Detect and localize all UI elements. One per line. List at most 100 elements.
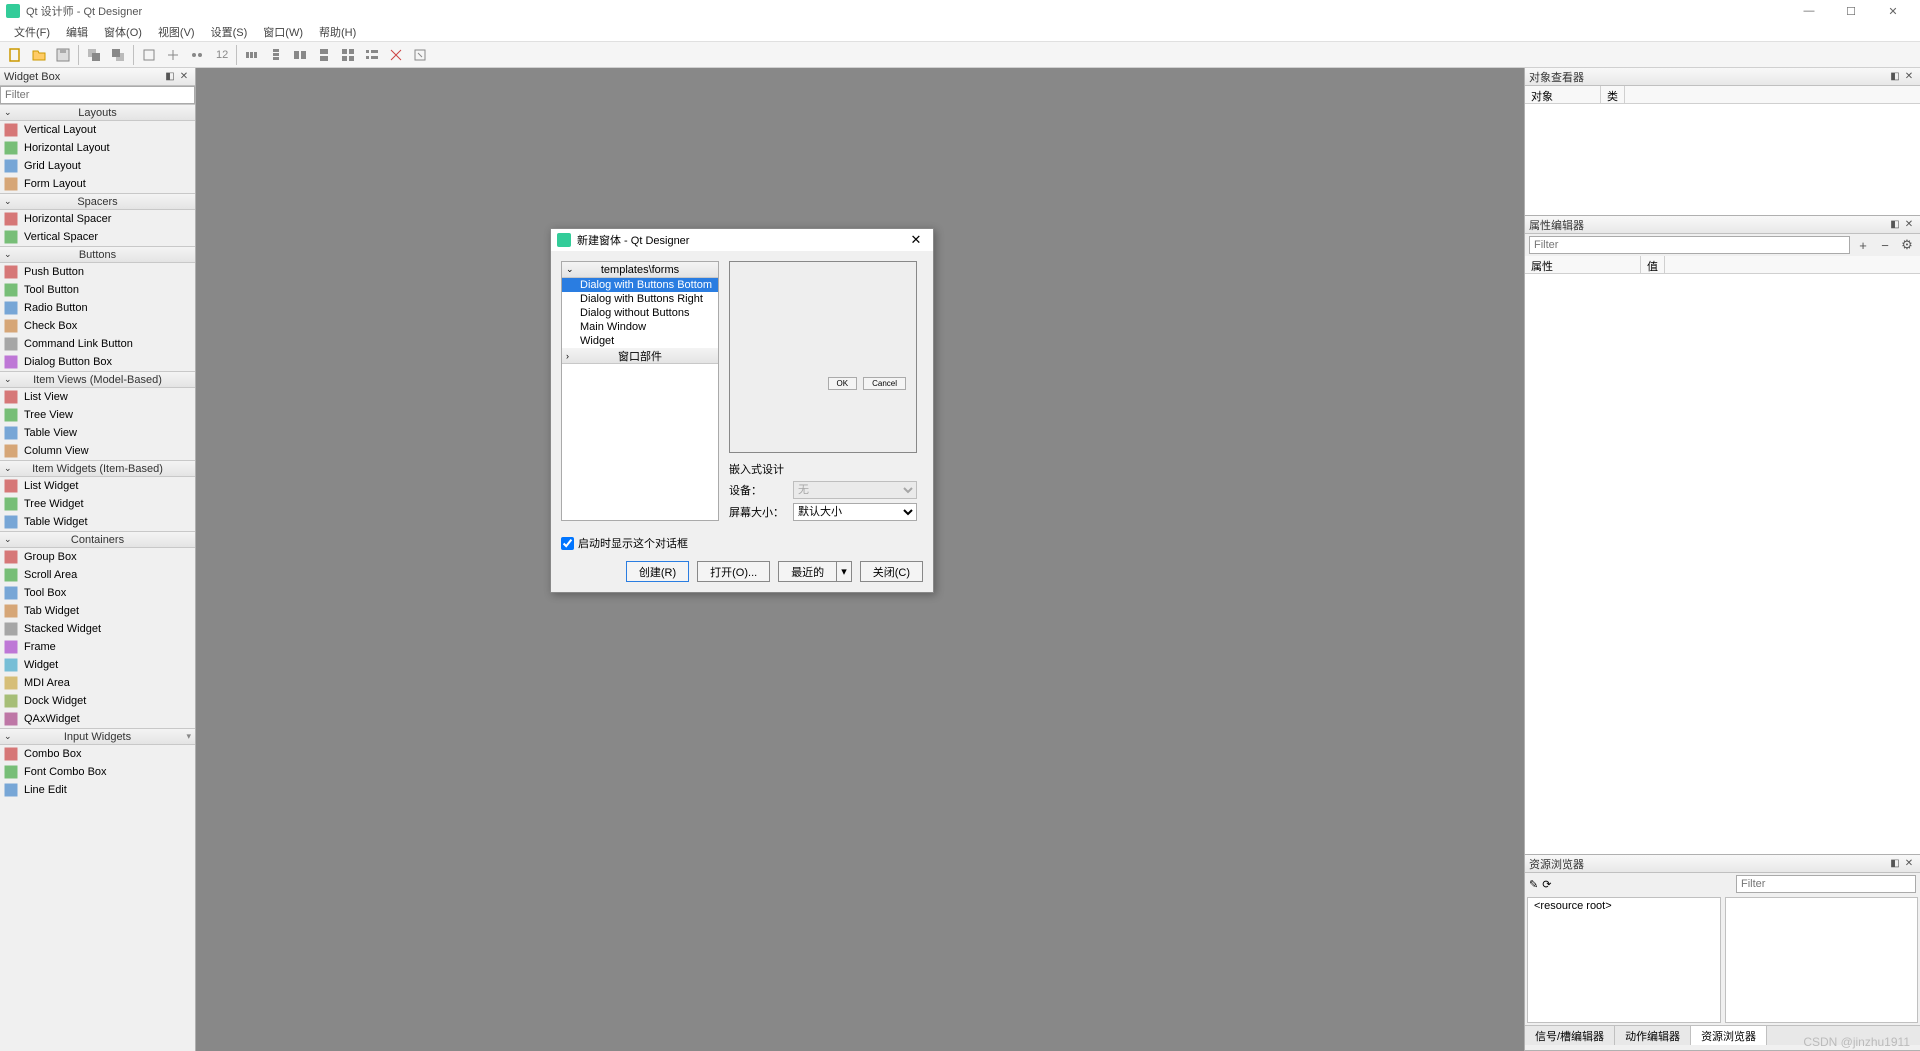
widget-box-filter[interactable] [0, 86, 195, 104]
widget-item[interactable]: MDI Area [0, 674, 195, 692]
widget-item[interactable]: Widget [0, 656, 195, 674]
layout-hsplit-icon[interactable] [289, 44, 311, 66]
widget-item[interactable]: Tree View [0, 406, 195, 424]
widget-item[interactable]: List View [0, 388, 195, 406]
open-file-icon[interactable] [28, 44, 50, 66]
widget-item[interactable]: List Widget [0, 477, 195, 495]
open-button[interactable]: 打开(O)... [697, 561, 770, 582]
layout-vsplit-icon[interactable] [313, 44, 335, 66]
widget-item[interactable]: Grid Layout [0, 157, 195, 175]
resource-filter[interactable] [1736, 875, 1916, 893]
widget-item[interactable]: Form Layout [0, 175, 195, 193]
widget-item[interactable]: Check Box [0, 317, 195, 335]
save-file-icon[interactable] [52, 44, 74, 66]
widget-item[interactable]: Command Link Button [0, 335, 195, 353]
class-col[interactable]: 类 [1601, 86, 1625, 103]
template-item[interactable]: Dialog with Buttons Right [562, 292, 718, 306]
widget-item[interactable]: Dialog Button Box [0, 353, 195, 371]
widget-item[interactable]: Vertical Spacer [0, 228, 195, 246]
settings-icon[interactable]: ⚙ [1898, 236, 1916, 254]
recent-button[interactable]: 最近的 [778, 561, 837, 582]
widget-item[interactable]: Scroll Area [0, 566, 195, 584]
widget-category[interactable]: ⌄Spacers [0, 193, 195, 210]
widget-category[interactable]: ⌄Input Widgets▾ [0, 728, 195, 745]
property-filter[interactable] [1529, 236, 1850, 254]
template-item[interactable]: Main Window [562, 320, 718, 334]
send-back-icon[interactable] [83, 44, 105, 66]
widget-item[interactable]: Horizontal Spacer [0, 210, 195, 228]
widget-item[interactable]: Line Edit [0, 781, 195, 799]
widget-item[interactable]: Tool Button [0, 281, 195, 299]
template-item[interactable]: Dialog with Buttons Bottom [562, 278, 718, 292]
widget-item[interactable]: Horizontal Layout [0, 139, 195, 157]
edit-widgets-icon[interactable] [138, 44, 160, 66]
tab-action-editor[interactable]: 动作编辑器 [1615, 1026, 1691, 1045]
dock-float-icon[interactable]: ◧ [1888, 70, 1902, 84]
new-file-icon[interactable] [4, 44, 26, 66]
template-item[interactable]: Widget [562, 334, 718, 348]
widget-item[interactable]: Stacked Widget [0, 620, 195, 638]
layout-form-icon[interactable] [361, 44, 383, 66]
dock-close-icon[interactable]: ✕ [1902, 218, 1916, 232]
close-dialog-button[interactable]: 关闭(C) [860, 561, 923, 582]
layout-v-icon[interactable] [265, 44, 287, 66]
tree-header[interactable]: templates\forms [601, 264, 679, 276]
adjust-size-icon[interactable] [409, 44, 431, 66]
show-on-startup-checkbox[interactable] [561, 537, 574, 550]
edit-tab-order-icon[interactable]: 12 [210, 44, 232, 66]
reload-icon[interactable]: ⟳ [1542, 878, 1551, 891]
tab-resource-browser[interactable]: 资源浏览器 [1691, 1026, 1767, 1045]
widget-box-list[interactable]: ⌄LayoutsVertical LayoutHorizontal Layout… [0, 104, 195, 1051]
widget-category[interactable]: ⌄Item Views (Model-Based) [0, 371, 195, 388]
bring-front-icon[interactable] [107, 44, 129, 66]
tree-footer[interactable]: 窗口部件 [618, 348, 662, 364]
menu-file[interactable]: 文件(F) [6, 22, 58, 42]
dock-float-icon[interactable]: ◧ [1888, 218, 1902, 232]
object-col[interactable]: 对象 [1525, 86, 1601, 103]
widget-category[interactable]: ⌄Item Widgets (Item-Based) [0, 460, 195, 477]
dock-close-icon[interactable]: ✕ [177, 70, 191, 84]
maximize-button[interactable]: ☐ [1830, 0, 1872, 22]
edit-signals-icon[interactable] [162, 44, 184, 66]
widget-item[interactable]: Radio Button [0, 299, 195, 317]
template-tree[interactable]: ⌄templates\forms Dialog with Buttons Bot… [561, 261, 719, 521]
dock-float-icon[interactable]: ◧ [1888, 857, 1902, 871]
edit-buddies-icon[interactable] [186, 44, 208, 66]
dialog-close-icon[interactable]: ✕ [905, 230, 927, 250]
layout-grid-icon[interactable] [337, 44, 359, 66]
menu-form[interactable]: 窗体(O) [96, 22, 150, 42]
widget-item[interactable]: Vertical Layout [0, 121, 195, 139]
dock-close-icon[interactable]: ✕ [1902, 857, 1916, 871]
widget-item[interactable]: Table View [0, 424, 195, 442]
widget-item[interactable]: Combo Box [0, 745, 195, 763]
widget-category[interactable]: ⌄Layouts [0, 104, 195, 121]
layout-h-icon[interactable] [241, 44, 263, 66]
menu-help[interactable]: 帮助(H) [311, 22, 364, 42]
remove-property-icon[interactable]: − [1876, 236, 1894, 254]
widget-item[interactable]: Dock Widget [0, 692, 195, 710]
widget-item[interactable]: Table Widget [0, 513, 195, 531]
minimize-button[interactable]: — [1788, 0, 1830, 22]
size-select[interactable]: 默认大小 [793, 503, 917, 521]
widget-item[interactable]: Font Combo Box [0, 763, 195, 781]
menu-view[interactable]: 视图(V) [150, 22, 203, 42]
menu-edit[interactable]: 编辑 [58, 22, 96, 42]
widget-item[interactable]: Group Box [0, 548, 195, 566]
value-col[interactable]: 值 [1641, 256, 1665, 273]
dock-float-icon[interactable]: ◧ [163, 70, 177, 84]
add-property-icon[interactable]: + [1854, 236, 1872, 254]
widget-item[interactable]: Tree Widget [0, 495, 195, 513]
dock-close-icon[interactable]: ✕ [1902, 70, 1916, 84]
widget-item[interactable]: Push Button [0, 263, 195, 281]
tab-signal-slot[interactable]: 信号/槽编辑器 [1525, 1026, 1615, 1045]
widget-category[interactable]: ⌄Containers [0, 531, 195, 548]
edit-resource-icon[interactable]: ✎ [1529, 878, 1538, 891]
menu-window[interactable]: 窗口(W) [255, 22, 311, 42]
menu-settings[interactable]: 设置(S) [203, 22, 256, 42]
create-button[interactable]: 创建(R) [626, 561, 689, 582]
widget-item[interactable]: Tab Widget [0, 602, 195, 620]
resource-root[interactable]: <resource root> [1534, 900, 1714, 912]
recent-dropdown-icon[interactable]: ▾ [837, 561, 852, 582]
break-layout-icon[interactable] [385, 44, 407, 66]
widget-category[interactable]: ⌄Buttons [0, 246, 195, 263]
